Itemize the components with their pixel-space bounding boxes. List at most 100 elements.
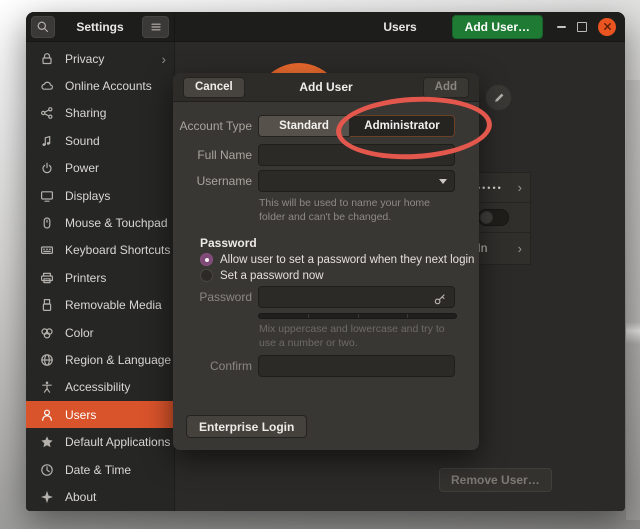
sidebar-item-label: Printers — [65, 271, 106, 285]
display-icon — [39, 188, 55, 204]
sidebar-item-power[interactable]: Power — [26, 155, 174, 182]
globe-icon — [39, 352, 55, 368]
radio-set-now-row[interactable]: Set a password now — [200, 269, 324, 282]
color-icon — [39, 325, 55, 341]
cloud-icon — [39, 78, 55, 94]
sidebar-item-sound[interactable]: Sound — [26, 127, 174, 154]
headerbar-right: Users Add User… — [175, 12, 625, 41]
password-hint-text: Mix uppercase and lowercase and try to u… — [259, 323, 455, 351]
flash-drive-icon — [39, 297, 55, 313]
star-icon — [39, 434, 55, 450]
sidebar-item-date-time[interactable]: Date & Time — [26, 456, 174, 483]
sidebar-item-privacy[interactable]: Privacy› — [26, 45, 174, 72]
add-user-button[interactable]: Add User… — [452, 15, 543, 39]
radio-set-now-label: Set a password now — [220, 270, 324, 282]
accessibility-icon — [39, 379, 55, 395]
chevron-right-icon: › — [518, 180, 522, 195]
toggle-knob — [480, 211, 493, 224]
sidebar-item-removable-media[interactable]: Removable Media — [26, 292, 174, 319]
sidebar-nav: Privacy› Online Accounts Sharing Sound Power… — [26, 42, 175, 511]
username-label: Username — [173, 170, 252, 192]
account-type-segmented: Standard Administrator — [258, 115, 455, 137]
confirm-input[interactable] — [258, 355, 455, 377]
headerbar: Settings Users Add User… — [26, 12, 625, 42]
account-type-label: Account Type — [173, 115, 252, 137]
sidebar-item-label: Removable Media — [65, 298, 162, 312]
sidebar-item-accessibility[interactable]: Accessibility — [26, 374, 174, 401]
sidebar-item-label: Sharing — [65, 106, 106, 120]
close-button[interactable] — [598, 18, 616, 36]
sidebar-item-about[interactable]: About — [26, 483, 174, 510]
radio-next-login-label: Allow user to set a password when they n… — [220, 254, 474, 266]
sidebar-item-label: About — [65, 490, 96, 504]
sidebar-item-label: Displays — [65, 189, 110, 203]
sidebar-item-online-accounts[interactable]: Online Accounts — [26, 72, 174, 99]
sidebar-item-mouse-touchpad[interactable]: Mouse & Touchpad — [26, 209, 174, 236]
maximize-icon[interactable] — [577, 22, 587, 32]
sidebar-item-printers[interactable]: Printers — [26, 264, 174, 291]
username-help-text: This will be used to name your home fold… — [259, 197, 455, 225]
sidebar-item-label: Power — [65, 161, 99, 175]
minimize-icon[interactable] — [557, 26, 566, 28]
password-label: Password — [173, 286, 252, 308]
standard-option-button[interactable]: Standard — [258, 115, 350, 137]
sidebar-item-color[interactable]: Color — [26, 319, 174, 346]
pencil-icon — [491, 90, 507, 106]
sidebar-item-keyboard-shortcuts[interactable]: Keyboard Shortcuts — [26, 237, 174, 264]
confirm-label: Confirm — [173, 355, 252, 377]
sidebar-item-label: Users — [65, 408, 96, 422]
username-combo-input[interactable] — [258, 170, 455, 192]
share-icon — [39, 105, 55, 121]
password-strength-bar — [258, 313, 457, 319]
sidebar-item-label: Keyboard Shortcuts — [65, 243, 170, 257]
sidebar-item-displays[interactable]: Displays — [26, 182, 174, 209]
enterprise-login-button[interactable]: Enterprise Login — [186, 415, 307, 438]
edit-avatar-button[interactable] — [485, 84, 512, 111]
window-controls — [557, 18, 616, 36]
radio-selected-icon[interactable] — [200, 253, 213, 266]
search-icon — [35, 19, 51, 35]
mouse-icon — [39, 215, 55, 231]
power-icon — [39, 160, 55, 176]
add-user-dialog: Cancel Add User Add Account Type Standar… — [173, 73, 479, 450]
cancel-button[interactable]: Cancel — [183, 77, 245, 98]
chevron-right-icon: › — [161, 52, 166, 66]
password-section-heading: Password — [200, 236, 257, 250]
users-icon — [39, 407, 55, 423]
password-input[interactable] — [258, 286, 455, 308]
sidebar-item-label: Region & Language — [65, 353, 171, 367]
sidebar-item-users[interactable]: Users — [26, 401, 174, 428]
password-dots: ••••• — [477, 183, 503, 193]
administrator-option-button[interactable]: Administrator — [350, 115, 455, 137]
full-name-input[interactable] — [258, 144, 455, 166]
dropdown-arrow-icon[interactable] — [439, 179, 447, 184]
clock-icon — [39, 462, 55, 478]
generate-password-icon[interactable] — [432, 291, 448, 307]
remove-user-button[interactable]: Remove User… — [439, 468, 552, 492]
headerbar-left: Settings — [26, 12, 175, 41]
settings-window: Settings Users Add User… — [26, 12, 625, 511]
automatic-login-toggle[interactable] — [478, 209, 509, 226]
lock-icon — [39, 51, 55, 67]
sidebar-item-label: Sound — [65, 134, 100, 148]
hamburger-icon — [148, 19, 164, 35]
sidebar-item-default-applications[interactable]: Default Applications — [26, 428, 174, 455]
sidebar-item-label: Mouse & Touchpad — [65, 216, 168, 230]
sidebar-item-label: Date & Time — [65, 463, 131, 477]
starburst-icon — [39, 489, 55, 505]
radio-next-login-row[interactable]: Allow user to set a password when they n… — [200, 253, 474, 266]
sidebar-item-label: Accessibility — [65, 380, 130, 394]
search-button[interactable] — [31, 16, 55, 38]
add-button[interactable]: Add — [423, 77, 469, 98]
full-name-label: Full Name — [173, 144, 252, 166]
radio-unselected-icon[interactable] — [200, 269, 213, 282]
sidebar-item-sharing[interactable]: Sharing — [26, 100, 174, 127]
menu-button[interactable] — [142, 16, 169, 38]
wallpaper-detail — [626, 80, 640, 520]
printer-icon — [39, 270, 55, 286]
chevron-right-icon: › — [518, 241, 522, 256]
keyboard-icon — [39, 242, 55, 258]
sidebar-item-label: Online Accounts — [65, 79, 152, 93]
sidebar-item-label: Color — [65, 326, 94, 340]
sidebar-item-region-language[interactable]: Region & Language — [26, 346, 174, 373]
